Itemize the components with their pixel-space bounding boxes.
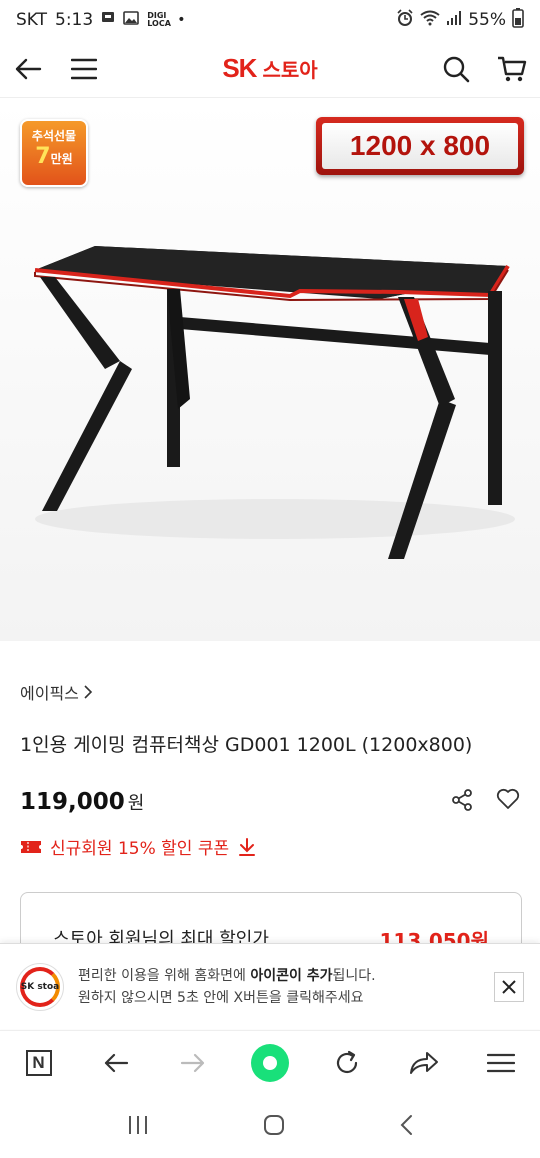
add-to-home-banner: SK stoa 편리한 이용을 위해 홈화면에 아이콘이 추가됩니다. 원하지 … [0,943,540,1029]
header-actions [428,41,540,97]
status-bar: SKT 5:13 DIGI LOCA • 55% [0,0,540,40]
status-left: SKT 5:13 DIGI LOCA • [16,10,185,30]
brand-name: 에이픽스 [20,684,79,703]
download-icon [239,837,256,856]
naver-button[interactable]: N [14,1038,64,1088]
price-unit: 원 [127,793,145,814]
cart-icon[interactable] [484,41,540,97]
banner-line1-pre: 편리한 이용을 위해 홈화면에 [78,967,251,984]
status-right: 55% [396,7,524,33]
battery-icon [512,7,524,33]
gift-badge-unit: 만원 [50,152,73,166]
heart-icon[interactable] [496,788,520,816]
signal-icon [446,10,462,31]
carrier-label: SKT [16,10,48,30]
sk-stoa-logo[interactable]: SK 스토아 [222,53,317,84]
ticket-icon [21,840,41,853]
refresh-icon[interactable] [322,1038,372,1088]
close-icon[interactable] [494,971,524,1002]
browser-share-icon[interactable] [399,1038,449,1088]
system-navigation [0,1096,540,1158]
banner-line1: 편리한 이용을 위해 홈화면에 아이콘이 추가됩니다. [78,965,376,987]
dot-icon: • [177,12,186,28]
battery-label: 55% [468,10,506,30]
coupon-link[interactable]: 신규회원 15% 할인 쿠폰 [20,834,257,859]
banner-line1-post: 됩니다. [332,967,376,984]
price-row: 119,000 원 [20,788,520,816]
banner-message: 편리한 이용을 위해 홈화면에 아이콘이 추가됩니다. 원하지 않으시면 5초 … [78,965,376,1009]
logo-sk: SK [222,53,257,83]
coupon-text: 신규회원 15% 할인 쿠폰 [50,839,230,859]
product-title: 1인용 게이밍 컴퓨터책상 GD001 1200L (1200x800) [20,734,473,756]
naver-icon: N [25,1049,52,1076]
menu-icon[interactable] [56,41,112,97]
size-badge: 1200 x 800 [316,117,524,175]
app-icon-text: SK stoa [20,981,60,992]
product-image[interactable]: 추석선물 7만원 1200 x 800 [0,99,540,641]
logo-stoa: 스토아 [262,58,318,82]
wifi-icon [420,10,440,31]
size-badge-text: 1200 x 800 [322,123,518,169]
browser-menu-icon[interactable] [476,1038,526,1088]
browser-back-icon[interactable] [91,1038,141,1088]
chevron-right-icon [84,685,93,699]
home-icon[interactable] [263,1114,285,1140]
image-icon [123,11,140,29]
browser-forward-icon[interactable] [168,1038,218,1088]
gift-badge-number: 7 [35,144,51,169]
back-icon[interactable] [399,1114,413,1140]
search-icon[interactable] [428,41,484,97]
alarm-icon [396,8,414,32]
banner-line1-bold: 아이콘이 추가 [250,967,333,984]
product-price: 119,000 [20,789,125,815]
message-icon [101,11,115,29]
sk-stoa-app-icon: SK stoa [16,962,64,1011]
banner-line2: 원하지 않으시면 5초 안에 X버튼을 클릭해주세요 [78,989,364,1006]
price-actions [450,788,520,816]
gift-badge-amount: 7만원 [22,144,86,169]
recent-apps-icon[interactable] [127,1115,149,1139]
gift-badge: 추석선물 7만원 [20,119,88,187]
brand-link[interactable]: 에이픽스 [20,680,93,704]
share-icon[interactable] [450,788,474,816]
app-header: SK 스토아 [0,40,540,98]
clock: 5:13 [55,10,94,30]
back-arrow-icon[interactable] [0,41,56,97]
gift-badge-line1: 추석선물 [31,129,77,143]
browser-toolbar: N [0,1030,540,1094]
digilog-icon: DIGI LOCA [147,11,171,28]
home-dot-icon[interactable] [245,1038,295,1088]
